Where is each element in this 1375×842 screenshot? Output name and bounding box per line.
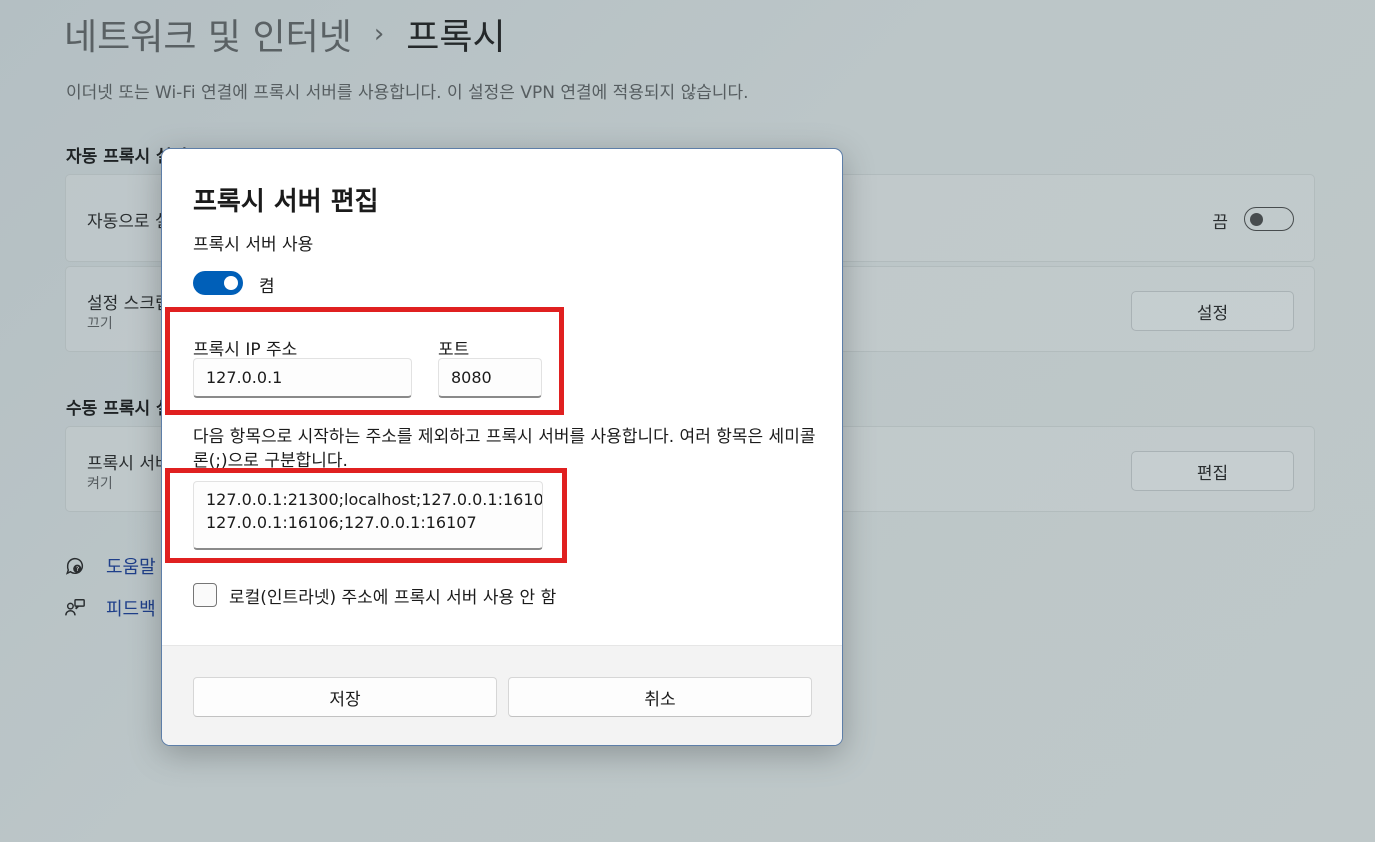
auto-detect-state: 끔 [1212, 213, 1228, 233]
feedback-icon [65, 599, 85, 616]
manual-proxy-status: 켜기 [87, 476, 113, 492]
port-label: 포트 [438, 340, 470, 360]
exclusion-description: 다음 항목으로 시작하는 주소를 제외하고 프록시 서버를 사용합니다. 여러 … [193, 427, 816, 471]
svg-text:?: ? [76, 565, 79, 573]
use-proxy-toggle[interactable] [193, 271, 243, 295]
use-proxy-toggle-state: 켬 [259, 277, 275, 297]
breadcrumb-separator-icon: › [373, 19, 385, 49]
proxy-ip-label: 프록시 IP 주소 [193, 340, 298, 360]
breadcrumb: 네트워크 및 인터넷 › 프록시 [64, 8, 506, 60]
setup-script-status: 끄기 [87, 316, 113, 332]
local-bypass-checkbox[interactable] [193, 583, 217, 607]
dialog-footer: 저장 취소 [162, 645, 842, 745]
auto-detect-toggle[interactable] [1244, 207, 1294, 231]
save-button[interactable]: 저장 [193, 677, 497, 717]
proxy-ip-input[interactable]: 127.0.0.1 [193, 358, 412, 398]
port-input[interactable]: 8080 [438, 358, 542, 398]
breadcrumb-parent[interactable]: 네트워크 및 인터넷 [64, 8, 352, 60]
page-description: 이더넷 또는 Wi-Fi 연결에 프록시 서버를 사용합니다. 이 설정은 VP… [66, 83, 749, 103]
cancel-button[interactable]: 취소 [508, 677, 812, 717]
local-bypass-label[interactable]: 로컬(인트라넷) 주소에 프록시 서버 사용 안 함 [229, 583, 556, 608]
use-proxy-label: 프록시 서버 사용 [193, 235, 314, 255]
dialog-title: 프록시 서버 편집 [193, 187, 379, 217]
help-icon: ? [65, 557, 83, 575]
setup-button[interactable]: 설정 [1131, 291, 1294, 331]
page-title: 프록시 [406, 17, 506, 58]
edit-proxy-dialog: 프록시 서버 편집 프록시 서버 사용 켬 프록시 IP 주소 127.0.0.… [161, 148, 843, 746]
edit-button[interactable]: 편집 [1131, 451, 1294, 491]
exclusion-list-input[interactable]: 127.0.0.1:21300;localhost;127.0.0.1:1610… [193, 481, 543, 550]
